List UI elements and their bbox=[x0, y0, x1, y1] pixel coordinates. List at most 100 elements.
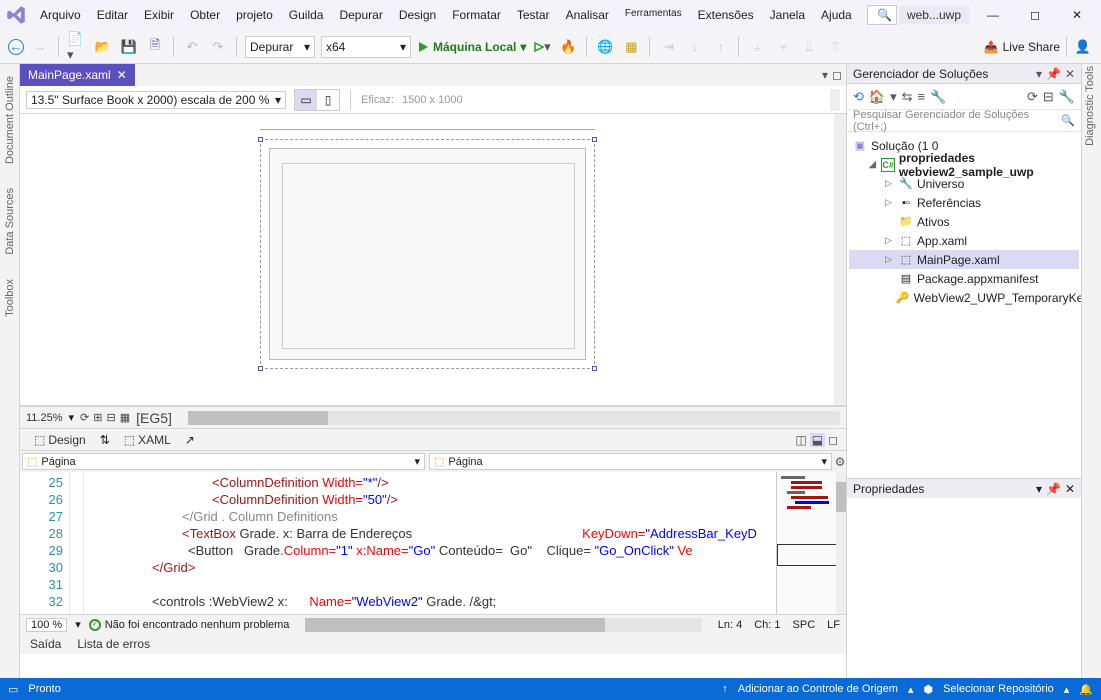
step-out-icon[interactable]: ↑ bbox=[710, 37, 730, 57]
menu-janela[interactable]: Janela bbox=[764, 5, 811, 25]
tree-project[interactable]: ◢C#propriedades webview2_sample_uwp bbox=[849, 155, 1079, 174]
align2-icon[interactable]: ⫧ bbox=[773, 37, 793, 57]
tab-lista-erros[interactable]: Lista de erros bbox=[77, 637, 150, 651]
menu-formatar[interactable]: Formatar bbox=[446, 5, 507, 25]
solution-tree[interactable]: ▣Solução (1 0 ◢C#propriedades webview2_s… bbox=[847, 132, 1081, 478]
se-back-icon[interactable]: ⟲ bbox=[853, 89, 864, 105]
vscroll-designer[interactable] bbox=[834, 114, 846, 405]
layout1-icon[interactable]: ◫ bbox=[795, 433, 806, 447]
designer-canvas[interactable] bbox=[20, 114, 846, 406]
panel-dropdown-icon[interactable]: ▾ bbox=[1036, 67, 1042, 81]
se-refresh-icon[interactable]: ⟳ bbox=[1027, 89, 1038, 105]
bell-icon[interactable]: 🔔 bbox=[1079, 683, 1093, 696]
config-dropdown[interactable]: Depurar▾ bbox=[245, 36, 315, 58]
se-collapse-icon[interactable]: ⊟ bbox=[1043, 89, 1054, 105]
expander-icon[interactable]: ▷ bbox=[885, 254, 895, 265]
align1-icon[interactable]: ⫨ bbox=[747, 37, 767, 57]
hscroll-code[interactable] bbox=[305, 618, 701, 632]
se-filter-icon[interactable]: ≡ bbox=[918, 89, 926, 104]
menu-design[interactable]: Design bbox=[393, 5, 442, 25]
account-icon[interactable]: 👤 bbox=[1073, 37, 1093, 57]
platform-dropdown[interactable]: x64▾ bbox=[321, 36, 411, 58]
split-design-tab[interactable]: ⬚Design bbox=[28, 432, 92, 448]
menu-ajuda[interactable]: Ajuda bbox=[815, 5, 858, 25]
menu-analisar[interactable]: Analisar bbox=[560, 5, 615, 25]
menu-ferramentas[interactable]: Ferramentas bbox=[619, 5, 688, 25]
tree-tempkey[interactable]: ▷🔑WebView2_UWP_TemporaryKey bbox=[849, 288, 1079, 307]
title-search-box[interactable]: 🔍 bbox=[867, 5, 897, 25]
scope-dropdown-2[interactable]: ⬚Página▾ bbox=[429, 453, 832, 470]
expander-icon[interactable]: ▷ bbox=[885, 178, 895, 189]
align3-icon[interactable]: ⫫ bbox=[799, 37, 819, 57]
zoom-value[interactable]: 11.25% bbox=[26, 412, 63, 424]
close-tab-icon[interactable]: ✕ bbox=[117, 68, 127, 82]
menu-editar[interactable]: Editar bbox=[91, 5, 134, 25]
status-adicionar[interactable]: Adicionar ao Controle de Origem bbox=[738, 683, 898, 695]
code-content[interactable]: <ColumnDefinition Width="*"/> <ColumnDef… bbox=[84, 472, 776, 614]
tab-toolbox[interactable]: Toolbox bbox=[2, 277, 18, 319]
step-into-icon[interactable]: ↓ bbox=[684, 37, 704, 57]
tool1-icon[interactable]: ▦ bbox=[621, 37, 641, 57]
grid-icon[interactable]: ⊞ bbox=[93, 411, 102, 424]
swap-icon[interactable]: ⇅ bbox=[100, 433, 110, 447]
hot-reload-icon[interactable]: 🔥 bbox=[558, 37, 578, 57]
expander-icon[interactable]: ▷ bbox=[885, 235, 895, 246]
panel-dropdown-icon[interactable]: ▾ bbox=[1036, 482, 1042, 496]
save-all-icon[interactable]: 🗎 bbox=[145, 37, 165, 57]
tab-document-outline[interactable]: Document Outline bbox=[2, 74, 18, 166]
solution-search[interactable]: Pesquisar Gerenciador de Soluções (Ctrl+… bbox=[847, 110, 1081, 132]
redo-icon[interactable]: ↷ bbox=[208, 37, 228, 57]
tree-package-manifest[interactable]: ▷▤Package.appxmanifest bbox=[849, 269, 1079, 288]
portrait-icon[interactable]: ▯ bbox=[317, 90, 339, 110]
scope-dropdown-1[interactable]: ⬚Página▾ bbox=[22, 453, 425, 470]
tab-diagnostic-tools[interactable]: Diagnostic Tools bbox=[1082, 64, 1098, 156]
tree-ativos[interactable]: ▷📁Ativos bbox=[849, 212, 1079, 231]
se-props-icon[interactable]: 🔧 bbox=[1059, 89, 1075, 105]
panel-close-icon[interactable]: ✕ bbox=[1065, 67, 1075, 81]
panel-close-icon[interactable]: ✕ bbox=[1065, 482, 1075, 496]
editor-zoom-dropdown[interactable]: 100 % bbox=[26, 618, 67, 632]
code-vscroll[interactable] bbox=[836, 472, 846, 614]
window-close-button[interactable]: ✕ bbox=[1059, 1, 1095, 29]
status-selecionar[interactable]: Selecionar Repositório bbox=[943, 683, 1054, 695]
tree-referencias[interactable]: ▷▪▫Referências bbox=[849, 193, 1079, 212]
pin-icon[interactable]: 📌 bbox=[1046, 67, 1061, 81]
back-icon[interactable]: ← bbox=[8, 39, 24, 55]
expander-icon[interactable]: ▷ bbox=[885, 197, 895, 208]
fold-gutter[interactable] bbox=[70, 472, 84, 614]
project-name-box[interactable]: web...uwp bbox=[899, 6, 969, 24]
spc-label[interactable]: SPC bbox=[793, 619, 816, 631]
code-editor[interactable]: 2526272829303132 <ColumnDefinition Width… bbox=[20, 472, 846, 614]
tab-data-sources[interactable]: Data Sources bbox=[2, 186, 18, 257]
step-over-icon[interactable]: ⇥ bbox=[658, 37, 678, 57]
menu-guilda[interactable]: Guilda bbox=[283, 5, 330, 25]
run-button[interactable]: Máquina Local▾ bbox=[417, 40, 526, 54]
hscroll-designer[interactable] bbox=[188, 411, 840, 425]
docbar-window-icon[interactable]: ◻ bbox=[832, 68, 842, 82]
new-project-icon[interactable]: 📄▾ bbox=[67, 37, 87, 57]
status-output-icon[interactable]: ▭ bbox=[8, 683, 18, 696]
popout-icon[interactable]: ↗ bbox=[185, 433, 195, 447]
tab-mainpage-xaml[interactable]: MainPage.xaml ✕ bbox=[20, 64, 135, 86]
orientation-toggle[interactable]: ▭ ▯ bbox=[294, 89, 340, 111]
menu-depurar[interactable]: Depurar bbox=[333, 5, 388, 25]
pin-icon[interactable]: 📌 bbox=[1046, 482, 1061, 496]
browse-icon[interactable]: 🌐 bbox=[595, 37, 615, 57]
landscape-icon[interactable]: ▭ bbox=[295, 90, 317, 110]
align4-icon[interactable]: ⫪ bbox=[825, 37, 845, 57]
tree-mainpage-xaml[interactable]: ▷⬚MainPage.xaml bbox=[849, 250, 1079, 269]
menu-testar[interactable]: Testar bbox=[511, 5, 556, 25]
forward-icon[interactable]: → bbox=[30, 37, 50, 57]
refresh-icon[interactable]: ⟳ bbox=[80, 411, 89, 424]
docbar-dropdown-icon[interactable]: ▾ bbox=[822, 68, 828, 82]
tab-saida[interactable]: Saída bbox=[30, 637, 61, 651]
menu-obter[interactable]: Obter bbox=[184, 5, 226, 25]
layout3-icon[interactable]: ◻ bbox=[828, 433, 838, 447]
se-home-icon[interactable]: 🏠 bbox=[869, 89, 885, 105]
menu-extensoes[interactable]: Extensões bbox=[692, 5, 760, 25]
split-xaml-tab[interactable]: ⬚XAML bbox=[118, 432, 177, 448]
window-minimize-button[interactable]: — bbox=[975, 1, 1011, 29]
snap-icon[interactable]: ▦ bbox=[120, 411, 130, 424]
menu-exibir[interactable]: Exibir bbox=[138, 5, 180, 25]
window-maximize-button[interactable]: ◻ bbox=[1017, 1, 1053, 29]
